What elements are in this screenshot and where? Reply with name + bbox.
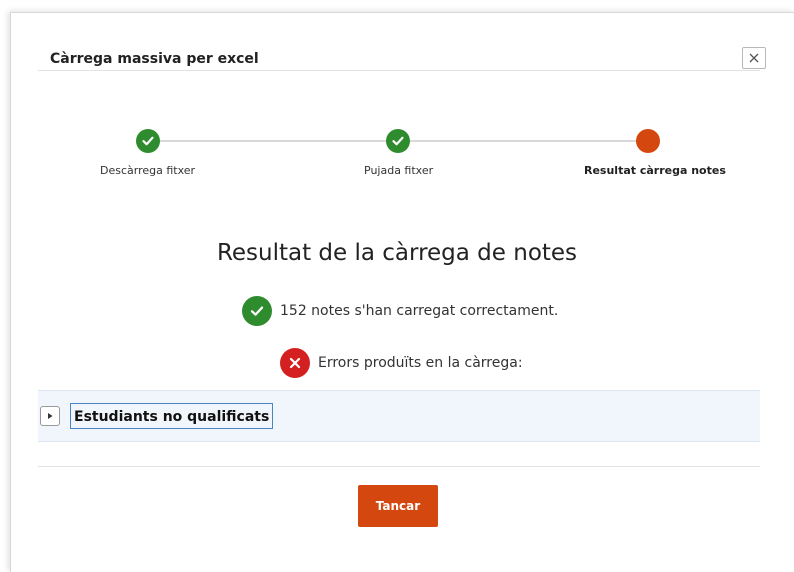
- step-label-current: Resultat càrrega notes: [584, 164, 726, 177]
- close-button[interactable]: [742, 47, 766, 69]
- close-dialog-button[interactable]: Tancar: [358, 485, 438, 527]
- step-label: Pujada fitxer: [364, 164, 434, 177]
- result-heading: Resultat de la càrrega de notes: [216, 240, 578, 266]
- success-text: 152 notes s'han carregat correctament.: [280, 303, 559, 319]
- close-icon: [749, 53, 759, 63]
- accordion-title[interactable]: Estudiants no qualificats: [70, 403, 274, 429]
- step-3-indicator: [636, 129, 660, 153]
- check-icon: [392, 136, 404, 146]
- header-divider: [38, 70, 760, 71]
- step-2-indicator: [386, 129, 410, 153]
- error-x-icon: [280, 348, 310, 378]
- step-1-indicator: [136, 129, 160, 153]
- caret-right-icon: [48, 413, 53, 419]
- footer-divider: [38, 466, 760, 467]
- unqualified-students-accordion: Estudiants no qualificats: [38, 390, 760, 442]
- error-text: Errors produïts en la càrrega:: [318, 355, 523, 371]
- step-connector: [158, 140, 394, 142]
- step-label: Descàrrega fitxer: [100, 164, 196, 177]
- dialog-title: Càrrega massiva per excel: [50, 51, 259, 67]
- step-connector: [408, 140, 648, 142]
- error-message: Errors produïts en la càrrega:: [280, 348, 523, 378]
- success-check-icon: [242, 296, 272, 326]
- check-icon: [142, 136, 154, 146]
- success-message: 152 notes s'han carregat correctament.: [242, 296, 558, 326]
- expand-toggle[interactable]: [40, 406, 60, 426]
